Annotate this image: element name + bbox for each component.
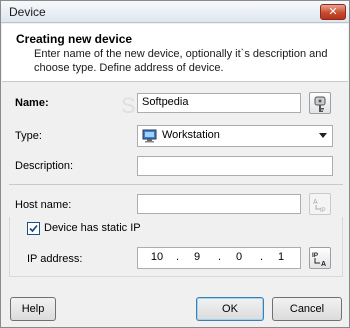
resolve-host-button[interactable]: IP A — [309, 247, 331, 269]
key-icon — [314, 96, 326, 112]
name-label: Name: — [15, 97, 49, 109]
svg-text:IP: IP — [312, 252, 319, 259]
ip-octet-1[interactable]: 10 — [142, 251, 172, 263]
checkmark-icon — [29, 224, 38, 233]
cancel-button[interactable]: Cancel — [272, 297, 342, 321]
svg-text:IP: IP — [320, 208, 326, 214]
static-ip-checkbox[interactable] — [27, 222, 40, 235]
ip-dot: . — [176, 251, 180, 263]
host-name-label: Host name: — [15, 199, 72, 211]
name-field[interactable]: Softpedia — [137, 93, 301, 113]
resolve-ip-icon: A IP — [313, 199, 326, 214]
dialog-footer: Help OK Cancel — [2, 289, 348, 327]
resolve-ip-button[interactable]: A IP — [309, 193, 331, 215]
host-name-field[interactable] — [137, 194, 301, 214]
svg-text:A: A — [313, 199, 318, 206]
ip-dot: . — [218, 251, 222, 263]
resolve-host-icon: IP A — [312, 252, 326, 268]
dialog-header: Creating new device Enter name of the ne… — [2, 24, 348, 82]
window-title: Device — [9, 5, 46, 19]
key-button[interactable] — [309, 92, 331, 114]
workstation-icon — [142, 129, 157, 143]
device-dialog: Device ✕ Creating new device Enter name … — [0, 0, 350, 328]
svg-text:A: A — [321, 261, 326, 268]
title-bar: Device ✕ — [1, 1, 349, 23]
ip-octet-2[interactable]: 9 — [182, 251, 212, 263]
ip-address-field[interactable]: 10 . 9 . 0 . 1 — [137, 247, 301, 269]
static-ip-label[interactable]: Device has static IP — [44, 222, 141, 234]
ip-octet-4[interactable]: 1 — [266, 251, 296, 263]
header-title: Creating new device — [16, 32, 133, 46]
description-field[interactable] — [137, 156, 333, 176]
description-label: Description: — [15, 160, 74, 172]
chevron-down-icon — [319, 133, 327, 138]
ok-button[interactable]: OK — [196, 297, 264, 321]
ip-dot: . — [260, 251, 264, 263]
close-button[interactable]: ✕ — [320, 4, 346, 20]
help-button[interactable]: Help — [10, 297, 56, 321]
ip-octet-3[interactable]: 0 — [224, 251, 254, 263]
header-description: Enter name of the new device, optionally… — [34, 48, 328, 74]
separator — [9, 184, 343, 185]
ip-address-label: IP address: — [27, 253, 83, 265]
type-select[interactable]: Workstation — [137, 125, 333, 147]
type-value: Workstation — [162, 129, 220, 141]
type-label: Type: — [15, 130, 42, 142]
